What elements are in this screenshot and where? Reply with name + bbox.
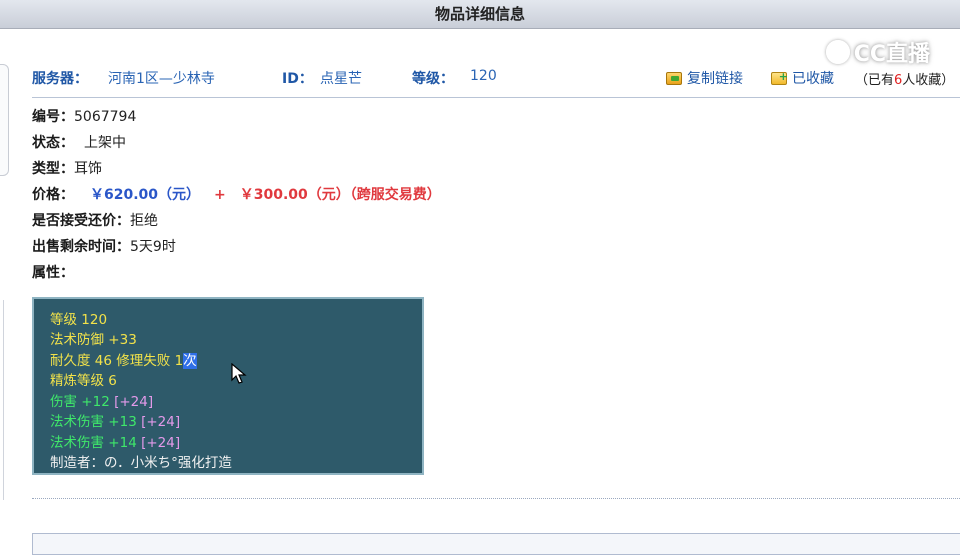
attr-durability: 耐久度 46 修理失败 1次 (50, 349, 197, 369)
remaining-value: 5天9时 (130, 239, 176, 255)
repair-fail-count: 1 (174, 353, 184, 369)
attr-level: 等级 120 (50, 312, 108, 328)
status-label: 状态： (32, 135, 74, 151)
remaining-time-row: 出售剩余时间：5天9时 (32, 236, 176, 256)
watermark-text: CC直播 (853, 42, 930, 67)
attributes-label: 属性： (32, 265, 74, 281)
price-fee: ￥300.00（元）（跨服交易费） (239, 187, 441, 203)
left-panel-edge (0, 64, 9, 176)
favorite-button[interactable]: 已收藏 (771, 68, 834, 88)
number-label: 编号： (32, 109, 74, 125)
attr-refine-level: 精炼等级 6 (50, 373, 117, 389)
attr-magic-damage-1: 法术伤害 +13 [+24] (50, 410, 180, 430)
level-value: 120 (470, 68, 497, 84)
attr-magic-defense: 法术防御 +33 (50, 332, 137, 348)
bottom-divider (32, 498, 960, 499)
price-value: ￥620.00（元） (90, 187, 201, 203)
bargain-value: 拒绝 (130, 213, 158, 229)
server-label: 服务器： (32, 71, 88, 87)
magic-damage-text-2: 法术伤害 +14 (50, 435, 142, 451)
remaining-label: 出售剩余时间： (32, 239, 130, 255)
status-value: 上架中 (84, 135, 126, 151)
copy-link-icon (666, 72, 682, 85)
type-row: 类型：耳饰 (32, 158, 102, 178)
bottom-panel (32, 533, 960, 555)
number-row: 编号：5067794 (32, 106, 136, 126)
server-value: 河南1区—少林寺 (108, 71, 215, 87)
type-value: 耳饰 (74, 161, 102, 177)
damage-text: 伤害 +12 (50, 394, 115, 410)
watermark: CC直播 (825, 36, 930, 68)
attr-damage: 伤害 +12 [+24] (50, 390, 153, 410)
number-value: 5067794 (74, 109, 137, 125)
type-label: 类型： (32, 161, 74, 177)
copy-link-button[interactable]: 复制链接 (666, 68, 743, 88)
item-header: 服务器： 河南1区—少林寺 ID： 点星芒 等级： 120 复制链接 已收藏 （… (32, 66, 960, 90)
durability-text: 耐久度 46 修理失败 (50, 353, 175, 369)
bargain-row: 是否接受还价：拒绝 (32, 210, 158, 230)
id-label: ID： (282, 71, 313, 87)
price-plus: + (214, 187, 226, 203)
mouse-cursor-icon (231, 363, 247, 384)
level-label: 等级： (412, 71, 454, 87)
attributes-row: 属性： (32, 262, 74, 282)
attr-maker: 制造者：の．小米ち°强化打造 (50, 455, 232, 471)
broadcast-logo-icon (825, 40, 850, 64)
price-row: 价格： ￥620.00（元） + ￥300.00（元）（跨服交易费） (32, 184, 441, 204)
magic-damage-bonus-1: [+24] (141, 414, 181, 430)
selected-text: 次 (183, 353, 197, 369)
left-scroll-edge (0, 300, 4, 500)
price-label: 价格： (32, 187, 74, 203)
damage-bonus: [+24] (114, 394, 154, 410)
fav-suffix: 人收藏） (902, 73, 955, 88)
favorite-icon (771, 70, 788, 85)
attr-magic-damage-2: 法术伤害 +14 [+24] (50, 431, 180, 451)
favorite-label: 已收藏 (792, 71, 834, 87)
fav-prefix: （已有 (855, 73, 895, 88)
bargain-label: 是否接受还价： (32, 213, 130, 229)
status-row: 状态： 上架中 (32, 132, 126, 152)
window-title: 物品详细信息 (0, 0, 960, 29)
favorite-count: （已有6人收藏） (855, 69, 954, 88)
magic-damage-bonus-2: [+24] (141, 435, 181, 451)
header-divider (32, 97, 960, 98)
copy-link-label: 复制链接 (687, 71, 743, 87)
id-value: 点星芒 (320, 71, 362, 87)
magic-damage-text-1: 法术伤害 +13 (50, 414, 142, 430)
attributes-panel: 等级 120 法术防御 +33 耐久度 46 修理失败 1次 精炼等级 6 伤害… (32, 297, 424, 475)
